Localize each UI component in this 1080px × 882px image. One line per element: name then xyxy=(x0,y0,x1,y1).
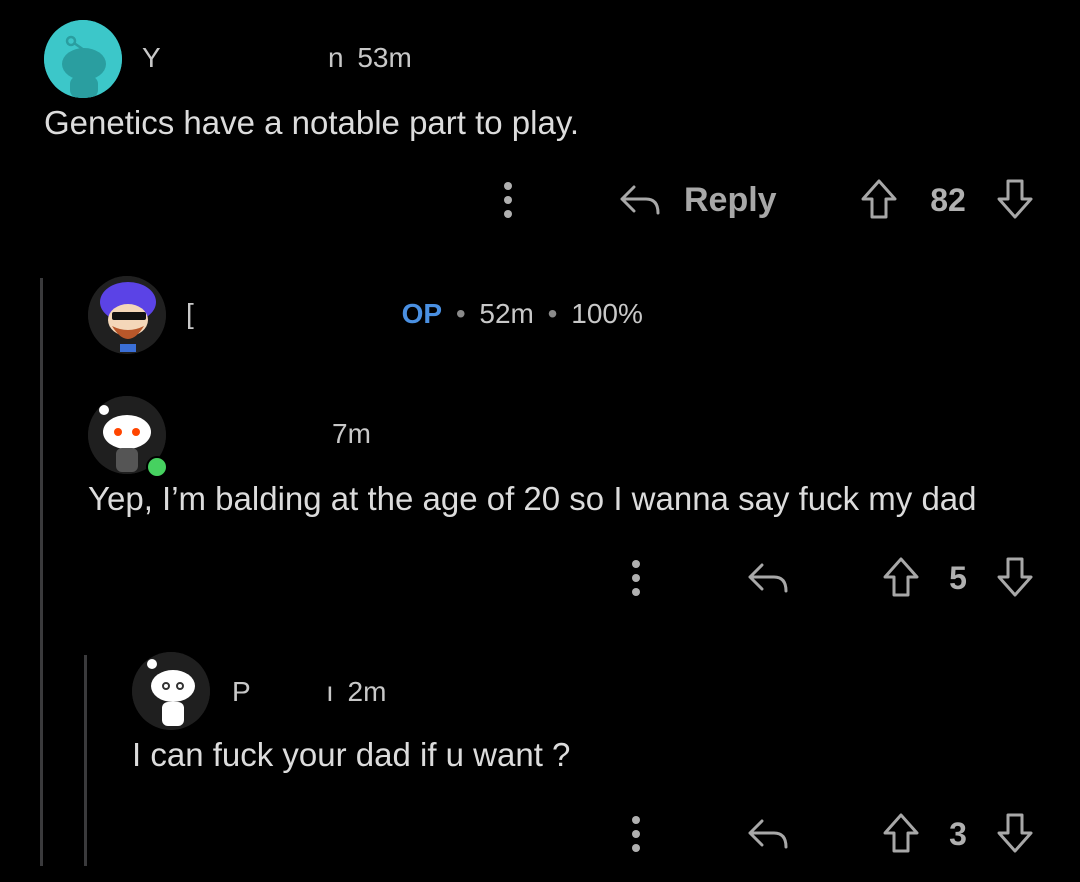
vote-count: 5 xyxy=(949,560,967,596)
username-tail[interactable]: n xyxy=(328,42,344,73)
upvote-button[interactable] xyxy=(858,176,900,222)
op-badge: OP xyxy=(401,298,443,329)
reply-button[interactable] xyxy=(746,814,790,854)
online-status-indicator xyxy=(146,456,168,478)
separator-dot: • xyxy=(547,298,558,329)
comment-meta: P ı 2m xyxy=(232,676,386,708)
reply-arrow-icon xyxy=(620,185,660,215)
username[interactable]: Y xyxy=(142,42,160,73)
comment-meta: 7m xyxy=(186,418,371,450)
downvote-button[interactable] xyxy=(994,554,1036,600)
reply-button[interactable] xyxy=(746,558,790,598)
upvote-button[interactable] xyxy=(880,810,922,856)
more-options-button[interactable] xyxy=(620,556,652,600)
thread-line-level-1[interactable] xyxy=(40,278,43,866)
more-vertical-icon xyxy=(632,816,640,852)
comment-body: I can fuck your dad if u want ? xyxy=(132,736,571,773)
downvote-button[interactable] xyxy=(994,176,1036,222)
comment-meta: Y n 53m xyxy=(142,42,412,74)
reply-label[interactable]: Reply xyxy=(684,181,777,220)
more-vertical-icon xyxy=(504,182,512,218)
vote-count: 82 xyxy=(930,182,966,218)
comment-age: 7m xyxy=(332,418,371,449)
comment-meta: [ OP • 52m • 100% xyxy=(186,298,643,330)
more-options-button[interactable] xyxy=(492,178,524,222)
thread-line-level-2[interactable] xyxy=(84,655,87,866)
more-vertical-icon xyxy=(632,560,640,596)
username[interactable]: P xyxy=(232,676,250,707)
downvote-button[interactable] xyxy=(994,810,1036,856)
comment-thread: Y n 53m Genetics have a notable part to … xyxy=(0,0,1080,882)
comment-age: 52m xyxy=(479,298,534,329)
avatar[interactable] xyxy=(44,20,122,98)
comment-body: Genetics have a notable part to play. xyxy=(44,104,580,141)
comment-body: Yep, I’m balding at the age of 20 so I w… xyxy=(88,480,977,517)
upvote-button[interactable] xyxy=(880,554,922,600)
op-avatar-icon xyxy=(88,276,166,354)
upvote-arrow-icon xyxy=(883,557,919,597)
upvote-ratio: 100% xyxy=(571,298,643,329)
snoo-avatar-icon xyxy=(44,20,122,98)
avatar[interactable] xyxy=(88,276,166,354)
snoo-avatar-icon xyxy=(132,652,210,730)
username-tail[interactable]: ı xyxy=(326,676,334,707)
avatar[interactable] xyxy=(132,652,210,730)
upvote-arrow-icon xyxy=(883,813,919,853)
more-options-button[interactable] xyxy=(620,812,652,856)
upvote-arrow-icon xyxy=(861,179,897,219)
downvote-arrow-icon xyxy=(997,557,1033,597)
username[interactable]: [ xyxy=(186,298,194,329)
reply-arrow-icon xyxy=(748,563,788,593)
comment-age: 2m xyxy=(347,676,387,707)
reply-arrow-icon xyxy=(748,819,788,849)
comment-age: 53m xyxy=(357,42,412,73)
vote-count: 3 xyxy=(949,816,967,852)
reply-button[interactable] xyxy=(618,180,662,220)
downvote-arrow-icon xyxy=(997,179,1033,219)
separator-dot: • xyxy=(455,298,466,329)
downvote-arrow-icon xyxy=(997,813,1033,853)
